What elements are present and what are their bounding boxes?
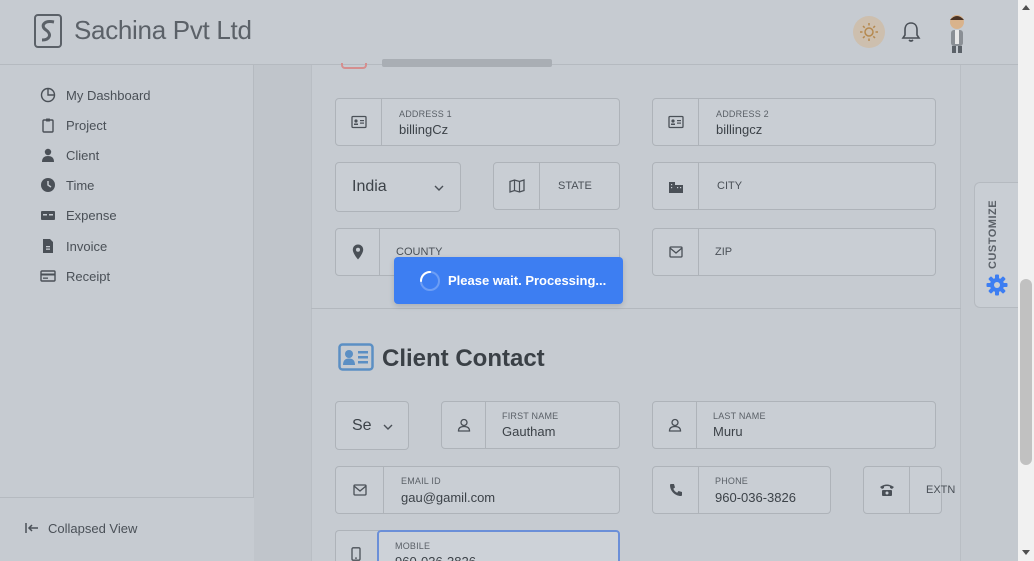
sidebar-item-label: Invoice — [66, 238, 108, 254]
sidebar-item-expense[interactable]: Expense — [40, 205, 117, 225]
pie-chart-icon — [40, 87, 56, 103]
email-label: EMAIL ID — [401, 476, 441, 486]
clock-icon — [41, 178, 55, 192]
section-divider — [311, 308, 961, 309]
phone-field[interactable]: PHONE 960-036-3826 — [652, 466, 831, 514]
chevron-down-icon — [383, 424, 393, 430]
email-field[interactable]: EMAIL ID gau@gamil.com — [335, 466, 620, 514]
mobile-phone-icon — [351, 547, 361, 561]
mobile-value[interactable]: 960-036-3826 — [395, 554, 476, 561]
country-select[interactable]: India — [335, 162, 461, 212]
city-placeholder: CITY — [717, 180, 743, 192]
zip-field[interactable]: ZIP — [652, 228, 936, 276]
envelope-icon — [653, 229, 699, 275]
last-name-field[interactable]: LAST NAME Muru — [652, 401, 936, 449]
app-header: Sachina Pvt Ltd — [0, 0, 1018, 65]
mobile-label: MOBILE — [395, 541, 431, 551]
collapse-arrow-icon — [25, 523, 38, 533]
sidebar-item-label: My Dashboard — [66, 87, 151, 103]
sidebar-item-time[interactable]: Time — [40, 175, 94, 195]
extension-placeholder: EXTN — [926, 484, 956, 496]
phone-value[interactable]: 960-036-3826 — [715, 490, 796, 505]
scroll-up-arrow-icon[interactable] — [1021, 3, 1031, 11]
address1-value[interactable]: billingCz — [399, 122, 448, 137]
gear-icon — [986, 274, 1008, 296]
first-name-field[interactable]: FIRST NAME Gautham — [441, 401, 620, 449]
billing-section-icon — [341, 63, 367, 69]
sidebar-item-label: Receipt — [66, 268, 111, 284]
city-icon — [653, 163, 699, 209]
processing-message: Please wait. Processing... — [448, 273, 607, 288]
sidebar-item-label: Expense — [66, 207, 117, 223]
state-placeholder: STATE — [558, 180, 592, 192]
sidebar-item-receipt[interactable]: Receipt — [40, 266, 110, 286]
address-card-icon — [653, 99, 699, 145]
user-outline-icon — [653, 402, 697, 448]
bell-icon[interactable] — [901, 21, 921, 43]
last-name-label: LAST NAME — [713, 411, 766, 421]
content-gutter — [254, 65, 311, 561]
theme-toggle-button[interactable] — [853, 16, 885, 48]
email-value[interactable]: gau@gamil.com — [401, 490, 495, 505]
scroll-down-arrow-icon[interactable] — [1021, 549, 1031, 557]
mobile-field[interactable]: MOBILE 960-036-3826 — [377, 530, 620, 561]
sidebar-item-my-dashboard[interactable]: My Dashboard — [40, 85, 151, 105]
map-marker-icon — [336, 229, 380, 275]
phone-icon — [653, 467, 699, 513]
customize-tab[interactable]: CUSTOMIZE — [974, 182, 1018, 308]
address2-field[interactable]: ADDRESS 2 billingcz — [652, 98, 936, 146]
sidebar-item-client[interactable]: Client — [40, 145, 99, 165]
user-outline-icon — [442, 402, 486, 448]
first-name-value[interactable]: Gautham — [502, 424, 555, 439]
contact-card-icon — [338, 343, 374, 371]
country-value: India — [352, 178, 387, 195]
sidebar-item-label: Time — [66, 177, 95, 193]
spinner-icon — [420, 270, 440, 291]
address1-label: ADDRESS 1 — [399, 109, 452, 119]
section-title: Client Contact — [382, 345, 545, 372]
state-field[interactable]: STATE — [493, 162, 620, 210]
billing-section-title — [382, 59, 552, 67]
sun-icon — [860, 23, 878, 41]
collapsed-view-button[interactable]: Collapsed View — [24, 520, 137, 536]
salutation-select[interactable]: Se — [335, 401, 409, 450]
address2-value[interactable]: billingcz — [716, 122, 762, 137]
collapsed-view-label: Collapsed View — [48, 520, 138, 536]
clipboard-icon — [42, 118, 54, 133]
address2-label: ADDRESS 2 — [716, 109, 769, 119]
extension-field[interactable]: EXTN — [863, 466, 955, 514]
city-field[interactable]: CITY — [652, 162, 936, 210]
address-card-icon — [336, 99, 382, 145]
chevron-down-icon — [434, 185, 444, 191]
sidebar-item-label: Client — [66, 147, 100, 163]
receipt-icon — [40, 270, 56, 282]
avatar[interactable] — [943, 12, 971, 54]
brand-name[interactable]: Sachina Pvt Ltd — [74, 15, 252, 46]
sidebar — [0, 65, 254, 561]
sidebar-item-project[interactable]: Project — [40, 115, 106, 135]
mobile-icon-box — [335, 530, 379, 561]
processing-toast: Please wait. Processing... — [394, 257, 623, 304]
phone-label: PHONE — [715, 476, 749, 486]
telephone-icon — [864, 467, 910, 513]
scrollbar-thumb[interactable] — [1020, 279, 1032, 465]
sidebar-item-invoice[interactable]: Invoice — [40, 236, 107, 256]
logo-icon[interactable] — [34, 14, 62, 48]
map-icon — [494, 163, 540, 209]
user-icon — [42, 148, 54, 162]
customize-label: CUSTOMIZE — [987, 199, 999, 269]
first-name-label: FIRST NAME — [502, 411, 559, 421]
last-name-value[interactable]: Muru — [713, 424, 743, 439]
salutation-value: Se — [352, 417, 372, 434]
zip-placeholder: ZIP — [715, 246, 733, 258]
invoice-icon — [43, 239, 53, 253]
envelope-icon — [336, 467, 384, 513]
address1-field[interactable]: ADDRESS 1 billingCz — [335, 98, 620, 146]
money-icon — [41, 211, 55, 220]
sidebar-item-label: Project — [66, 117, 107, 133]
